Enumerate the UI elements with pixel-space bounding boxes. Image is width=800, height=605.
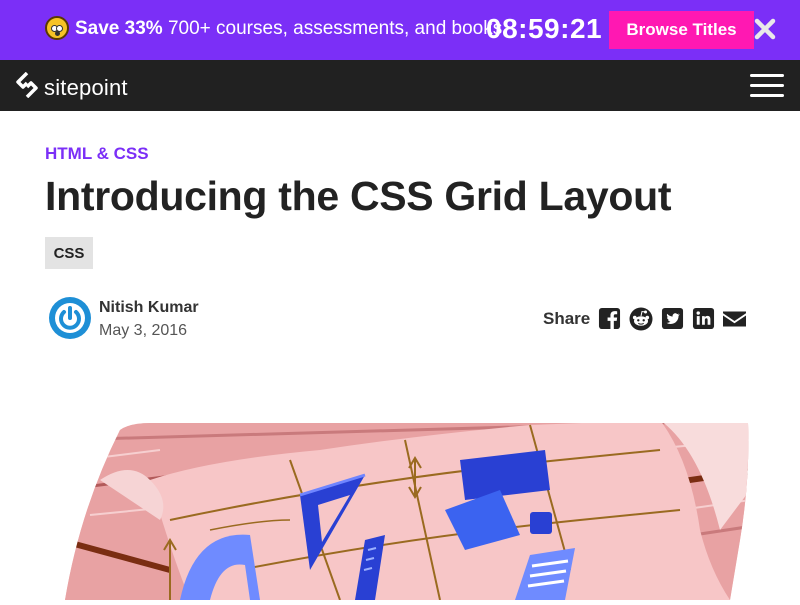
shocked-face-emoji-icon: [45, 16, 69, 40]
reddit-icon[interactable]: [629, 307, 653, 331]
facebook-icon[interactable]: [598, 307, 622, 331]
logo-text: sitepoint: [44, 74, 128, 100]
linkedin-icon[interactable]: [692, 307, 716, 331]
promo-countdown-timer: 08:59:21: [486, 13, 603, 44]
promo-description: 700+ courses, assessments, and books: [162, 18, 503, 39]
author-avatar[interactable]: [49, 297, 91, 339]
browse-titles-button[interactable]: Browse Titles: [609, 11, 754, 49]
twitter-icon[interactable]: [661, 307, 685, 331]
promo-banner: Save 33% 700+ courses, assessments, and …: [0, 0, 800, 60]
article-title: Introducing the CSS Grid Layout: [45, 173, 672, 219]
promo-text: Save 33% 700+ courses, assessments, and …: [75, 18, 502, 40]
article-category-link[interactable]: HTML & CSS: [45, 144, 149, 164]
publish-date: May 3, 2016: [99, 322, 188, 339]
close-icon[interactable]: [752, 16, 778, 42]
avatar-power-icon: [55, 303, 85, 333]
share-label: Share: [543, 309, 591, 328]
tag-css[interactable]: CSS: [45, 237, 93, 269]
hamburger-menu-icon[interactable]: [750, 74, 784, 98]
author-name-link[interactable]: Nitish Kumar: [99, 299, 199, 317]
promo-highlight: Save 33%: [75, 18, 163, 39]
hero-illustration: [60, 420, 760, 600]
email-icon[interactable]: [722, 307, 746, 331]
sitepoint-logo[interactable]: sitepoint: [16, 71, 128, 103]
sitepoint-logo-icon: [16, 71, 38, 103]
